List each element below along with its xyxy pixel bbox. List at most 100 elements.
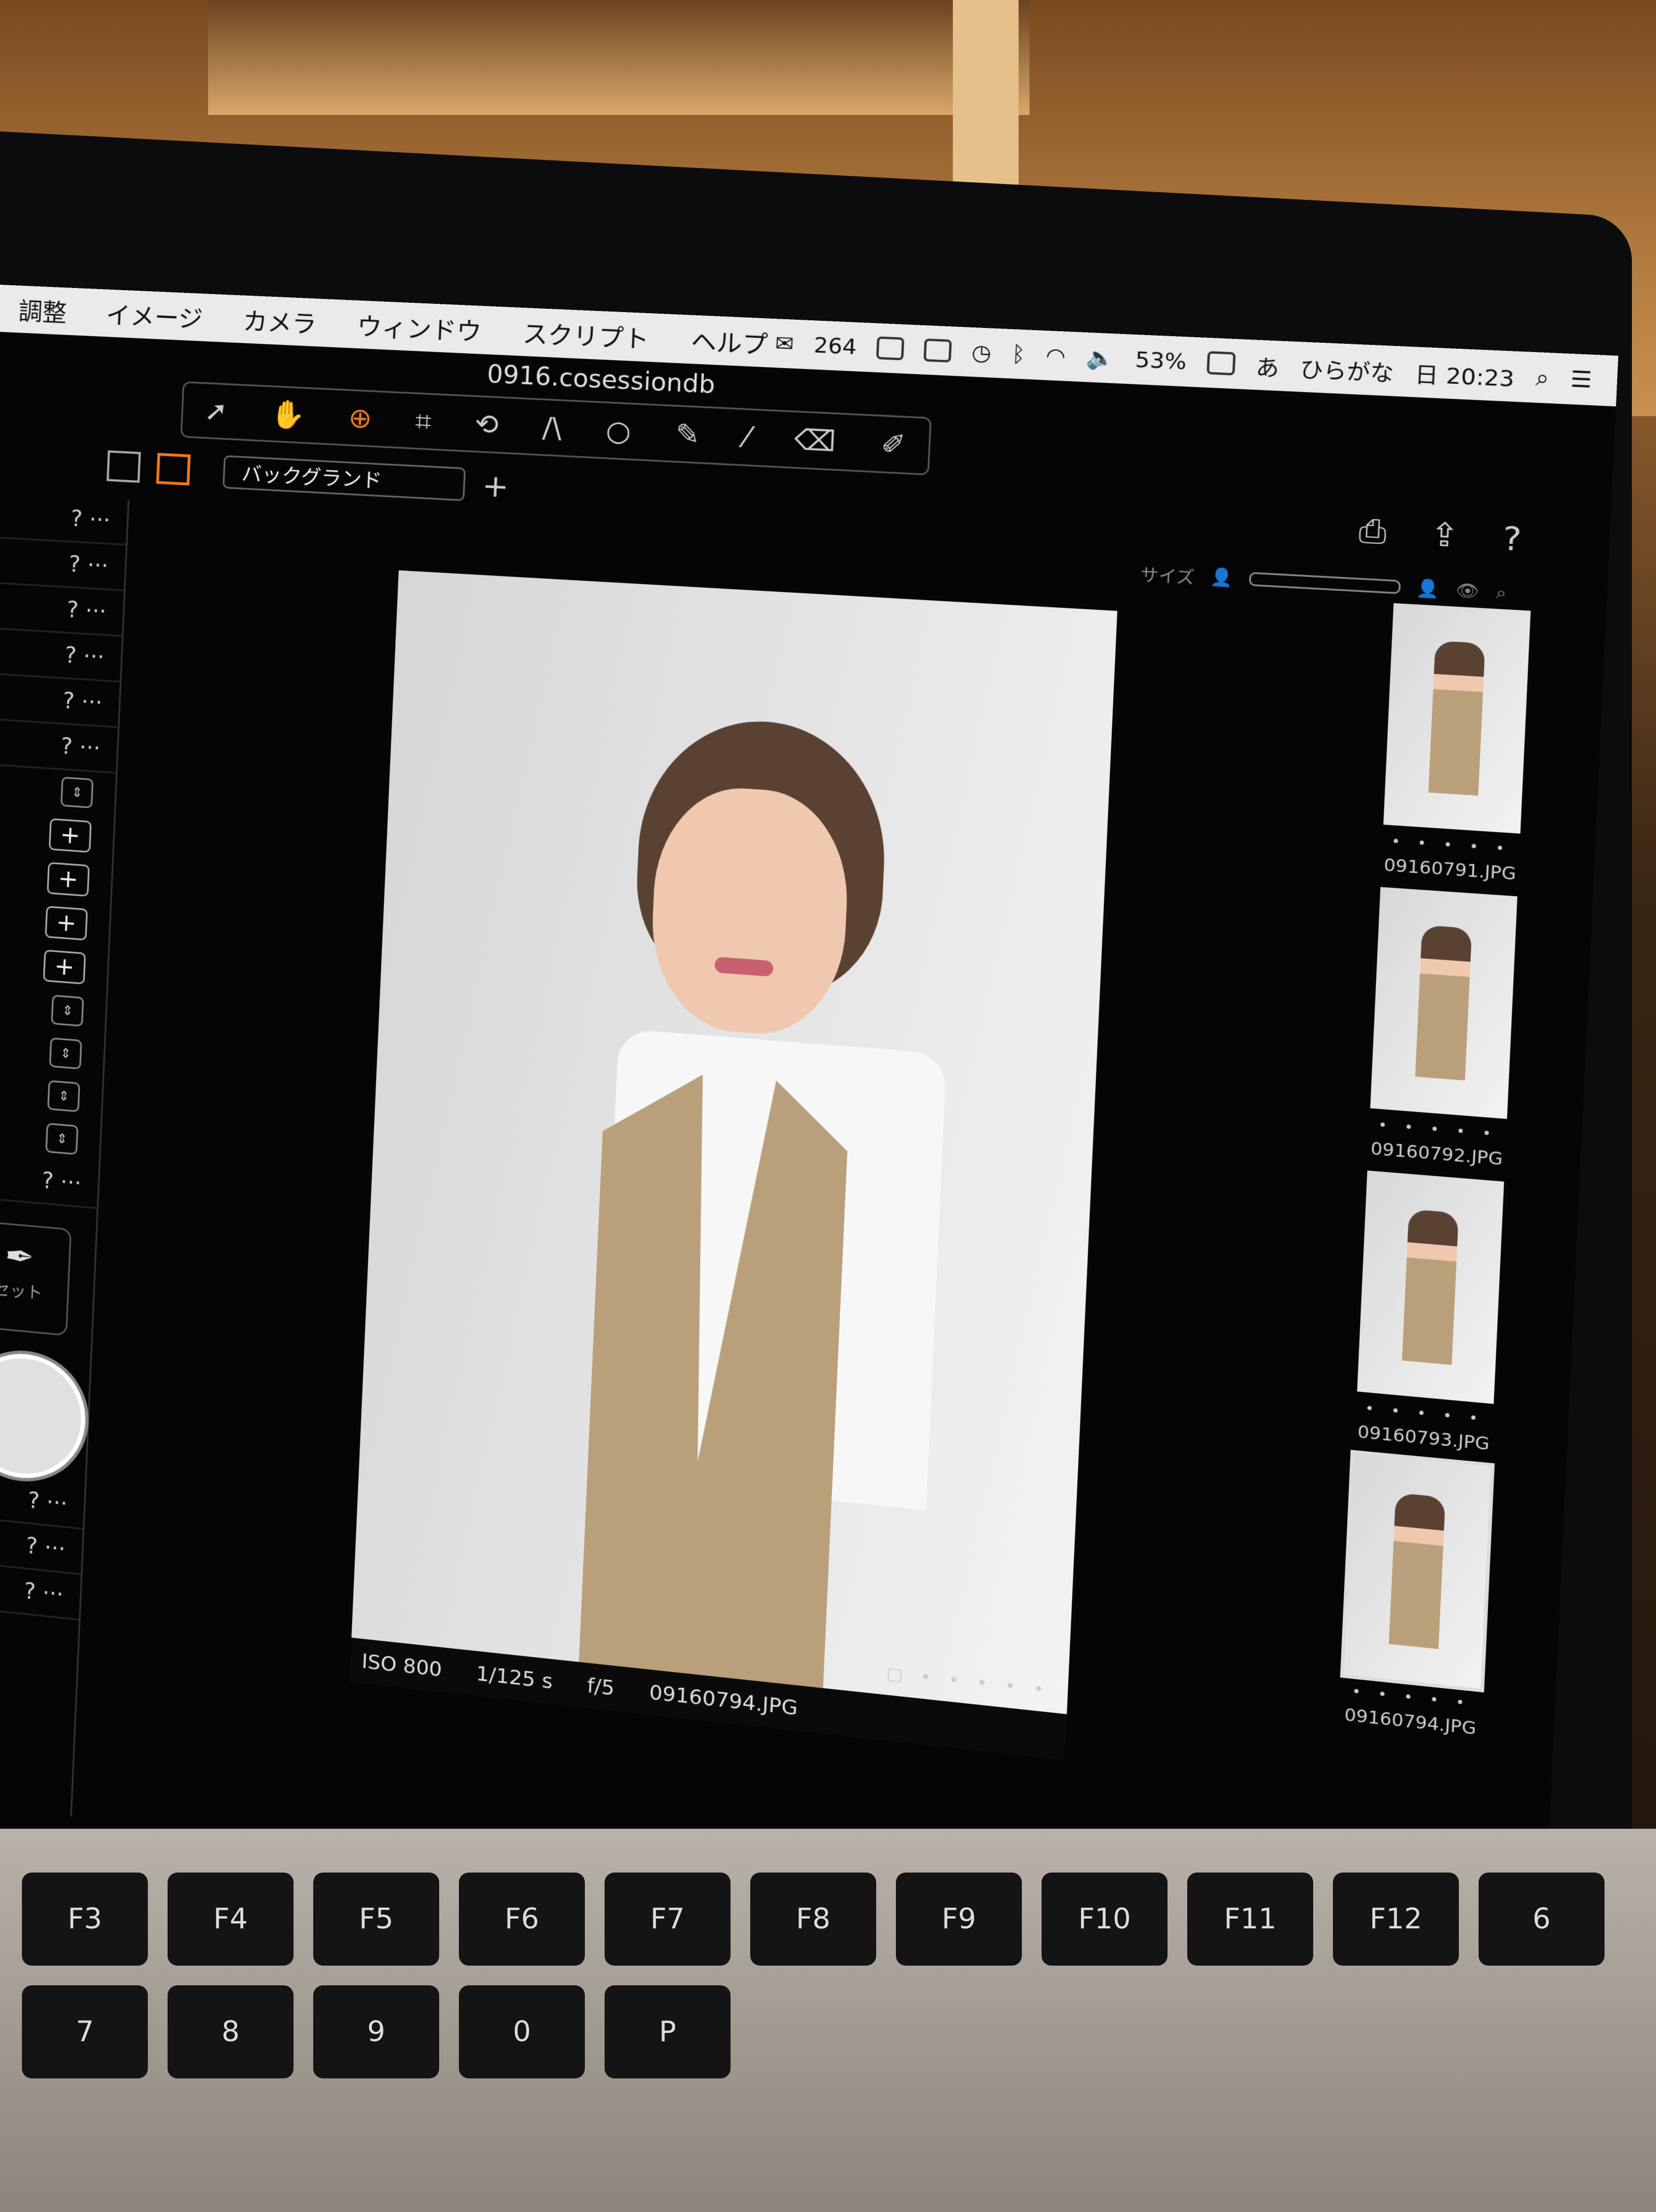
portrait-subject [565, 712, 973, 1745]
circle-tool-icon[interactable]: ○ [605, 414, 632, 448]
tool-settings-panel: ? ··· ? ··· ? ··· ? ··· ? ··· ? ··· ⇕ + … [0, 492, 130, 1817]
crop-tool-icon[interactable]: ⌗ [415, 405, 432, 439]
panel-header[interactable]: ? ··· [0, 538, 126, 591]
stepper-icon: ⇕ [47, 1080, 81, 1113]
thumbnail-item[interactable]: • • • • • 09160793.JPG [1349, 1170, 1510, 1455]
keystone-tool-icon[interactable]: /\ [542, 411, 562, 444]
thumbnail-item[interactable]: • • • • • 09160792.JPG [1362, 886, 1524, 1170]
color-swatch[interactable] [0, 1348, 88, 1484]
panel-header[interactable]: ? ··· [0, 1470, 85, 1530]
key[interactable]: 9 [313, 1985, 439, 2078]
shutter-value: 1/125 s [475, 1662, 554, 1693]
search-icon[interactable]: ⌕ [1496, 582, 1507, 603]
keyboard-keys: F3 F4 F5 F6 F7 F8 F9 F10 F11 F12 6 7 8 9… [22, 1873, 1654, 2078]
menu-camera[interactable]: カメラ [242, 302, 318, 341]
display-icon[interactable] [923, 338, 952, 363]
key[interactable]: F5 [313, 1873, 439, 1966]
zoom-tool-icon[interactable]: ⊕ [348, 401, 373, 435]
input-method-icon[interactable]: あ [1255, 349, 1280, 382]
panel-header[interactable]: ? ··· [0, 673, 120, 728]
eraser-tool-icon[interactable]: ⌫ [794, 423, 837, 458]
panel-add-row: + [0, 807, 114, 860]
spotlight-search-icon[interactable]: ⌕ [1535, 364, 1550, 391]
key[interactable]: F8 [750, 1873, 876, 1966]
eye-filter-icon[interactable]: 👁 [1456, 580, 1480, 602]
grid-view-icon[interactable] [106, 450, 141, 483]
background-shelf [208, 0, 1030, 115]
time-machine-icon[interactable]: ◷ [971, 339, 992, 366]
rotate-tool-icon[interactable]: ⟲ [474, 407, 499, 441]
size-label: サイズ [1140, 564, 1195, 588]
help-icon[interactable]: ? [1502, 520, 1522, 559]
key[interactable]: F7 [605, 1873, 731, 1966]
single-view-icon[interactable] [156, 453, 191, 486]
annotate-tool-icon[interactable]: ✐ [880, 428, 906, 462]
key[interactable]: F9 [896, 1873, 1022, 1966]
key[interactable]: P [605, 1985, 731, 2078]
hand-tool-icon[interactable]: ✋ [270, 398, 306, 432]
panel-header[interactable]: ? ··· [0, 628, 122, 683]
person-small-icon: 👤 [1210, 566, 1234, 589]
input-mode-label[interactable]: ひらがな [1300, 351, 1395, 387]
mail-icon[interactable]: ✉ [775, 331, 795, 356]
set-label: セット [0, 1279, 43, 1303]
add-button[interactable]: + [44, 906, 88, 941]
menu-image[interactable]: イメージ [105, 296, 204, 335]
menu-help[interactable]: ヘルプ [690, 321, 768, 361]
thumbnail-item-selected[interactable]: • • • • • 09160794.JPG [1336, 1450, 1497, 1740]
key[interactable]: 6 [1479, 1873, 1605, 1966]
thumbnail-image[interactable] [1370, 887, 1517, 1119]
add-button[interactable]: + [43, 949, 86, 985]
menu-adjust[interactable]: 調整 [18, 292, 68, 329]
menu-window[interactable]: ウィンドウ [357, 307, 482, 348]
key[interactable]: F12 [1333, 1873, 1459, 1966]
aperture-value: f/5 [586, 1674, 616, 1700]
window-title: 0916.cosessiondb [486, 360, 716, 400]
panel-add-row: + [0, 851, 112, 905]
thumbnail-item[interactable]: • • • • • 09160791.JPG [1375, 603, 1537, 885]
print-icon[interactable]: ⎙ [1358, 512, 1388, 552]
key[interactable]: 0 [459, 1985, 585, 2078]
panel-header[interactable]: ? ··· [0, 583, 124, 637]
person-large-icon: 👤 [1416, 578, 1440, 600]
thumbnail-filename: 09160792.JPG [1370, 1138, 1503, 1170]
add-button[interactable]: + [47, 862, 90, 897]
key[interactable]: 7 [22, 1985, 148, 2078]
wifi-icon[interactable]: ◠ [1045, 343, 1066, 369]
creative-cloud-icon[interactable] [876, 336, 905, 361]
iso-value: ISO 800 [361, 1649, 443, 1681]
thumbnail-rating[interactable]: • • • • • [1376, 832, 1526, 859]
menu-script[interactable]: スクリプト [522, 314, 650, 355]
key[interactable]: F3 [22, 1873, 148, 1966]
stepper-icon: ⇕ [45, 1122, 79, 1155]
pointer-tool-icon[interactable]: ➚ [204, 394, 228, 428]
volume-icon[interactable]: 🔈 [1085, 344, 1115, 372]
key[interactable]: F11 [1187, 1873, 1313, 1966]
key[interactable]: 8 [168, 1985, 294, 2078]
main-image-viewer[interactable]: ▢ • • • • • ISO 800 1/125 s f/5 09160794… [349, 570, 1118, 1760]
thumbnail-image[interactable] [1339, 1450, 1495, 1692]
key[interactable]: F6 [459, 1873, 585, 1966]
thumbnail-size-slider[interactable] [1249, 572, 1401, 595]
key[interactable]: F10 [1042, 1873, 1168, 1966]
thumbnail-filename: 09160791.JPG [1383, 855, 1517, 885]
thumbnail-image[interactable] [1357, 1170, 1504, 1404]
panel-header[interactable]: ? ··· [0, 492, 128, 546]
preset-dropdown[interactable]: バックグランド [222, 455, 466, 502]
add-preset-icon[interactable]: + [481, 467, 510, 505]
stepper-icon: ⇕ [51, 994, 84, 1027]
panel-select[interactable]: ⇕ [0, 764, 116, 816]
thumbnail-image[interactable] [1383, 603, 1531, 834]
export-icon[interactable]: ⇪ [1429, 516, 1461, 556]
set-picker-button[interactable]: ✒ セット [0, 1219, 72, 1337]
menu-clock[interactable]: 日 20:23 [1414, 356, 1515, 393]
notification-center-icon[interactable]: ☰ [1570, 366, 1592, 393]
battery-icon[interactable] [1206, 351, 1236, 376]
eyedropper-icon: ✒ [4, 1235, 35, 1279]
add-button[interactable]: + [48, 818, 92, 853]
brush-tool-icon[interactable]: ✎ [675, 417, 700, 451]
panel-header[interactable]: ? ··· [0, 719, 118, 774]
picker-tool-icon[interactable]: ⁄ [744, 420, 750, 453]
bluetooth-icon[interactable]: ᛒ [1011, 341, 1026, 367]
key[interactable]: F4 [168, 1873, 294, 1966]
